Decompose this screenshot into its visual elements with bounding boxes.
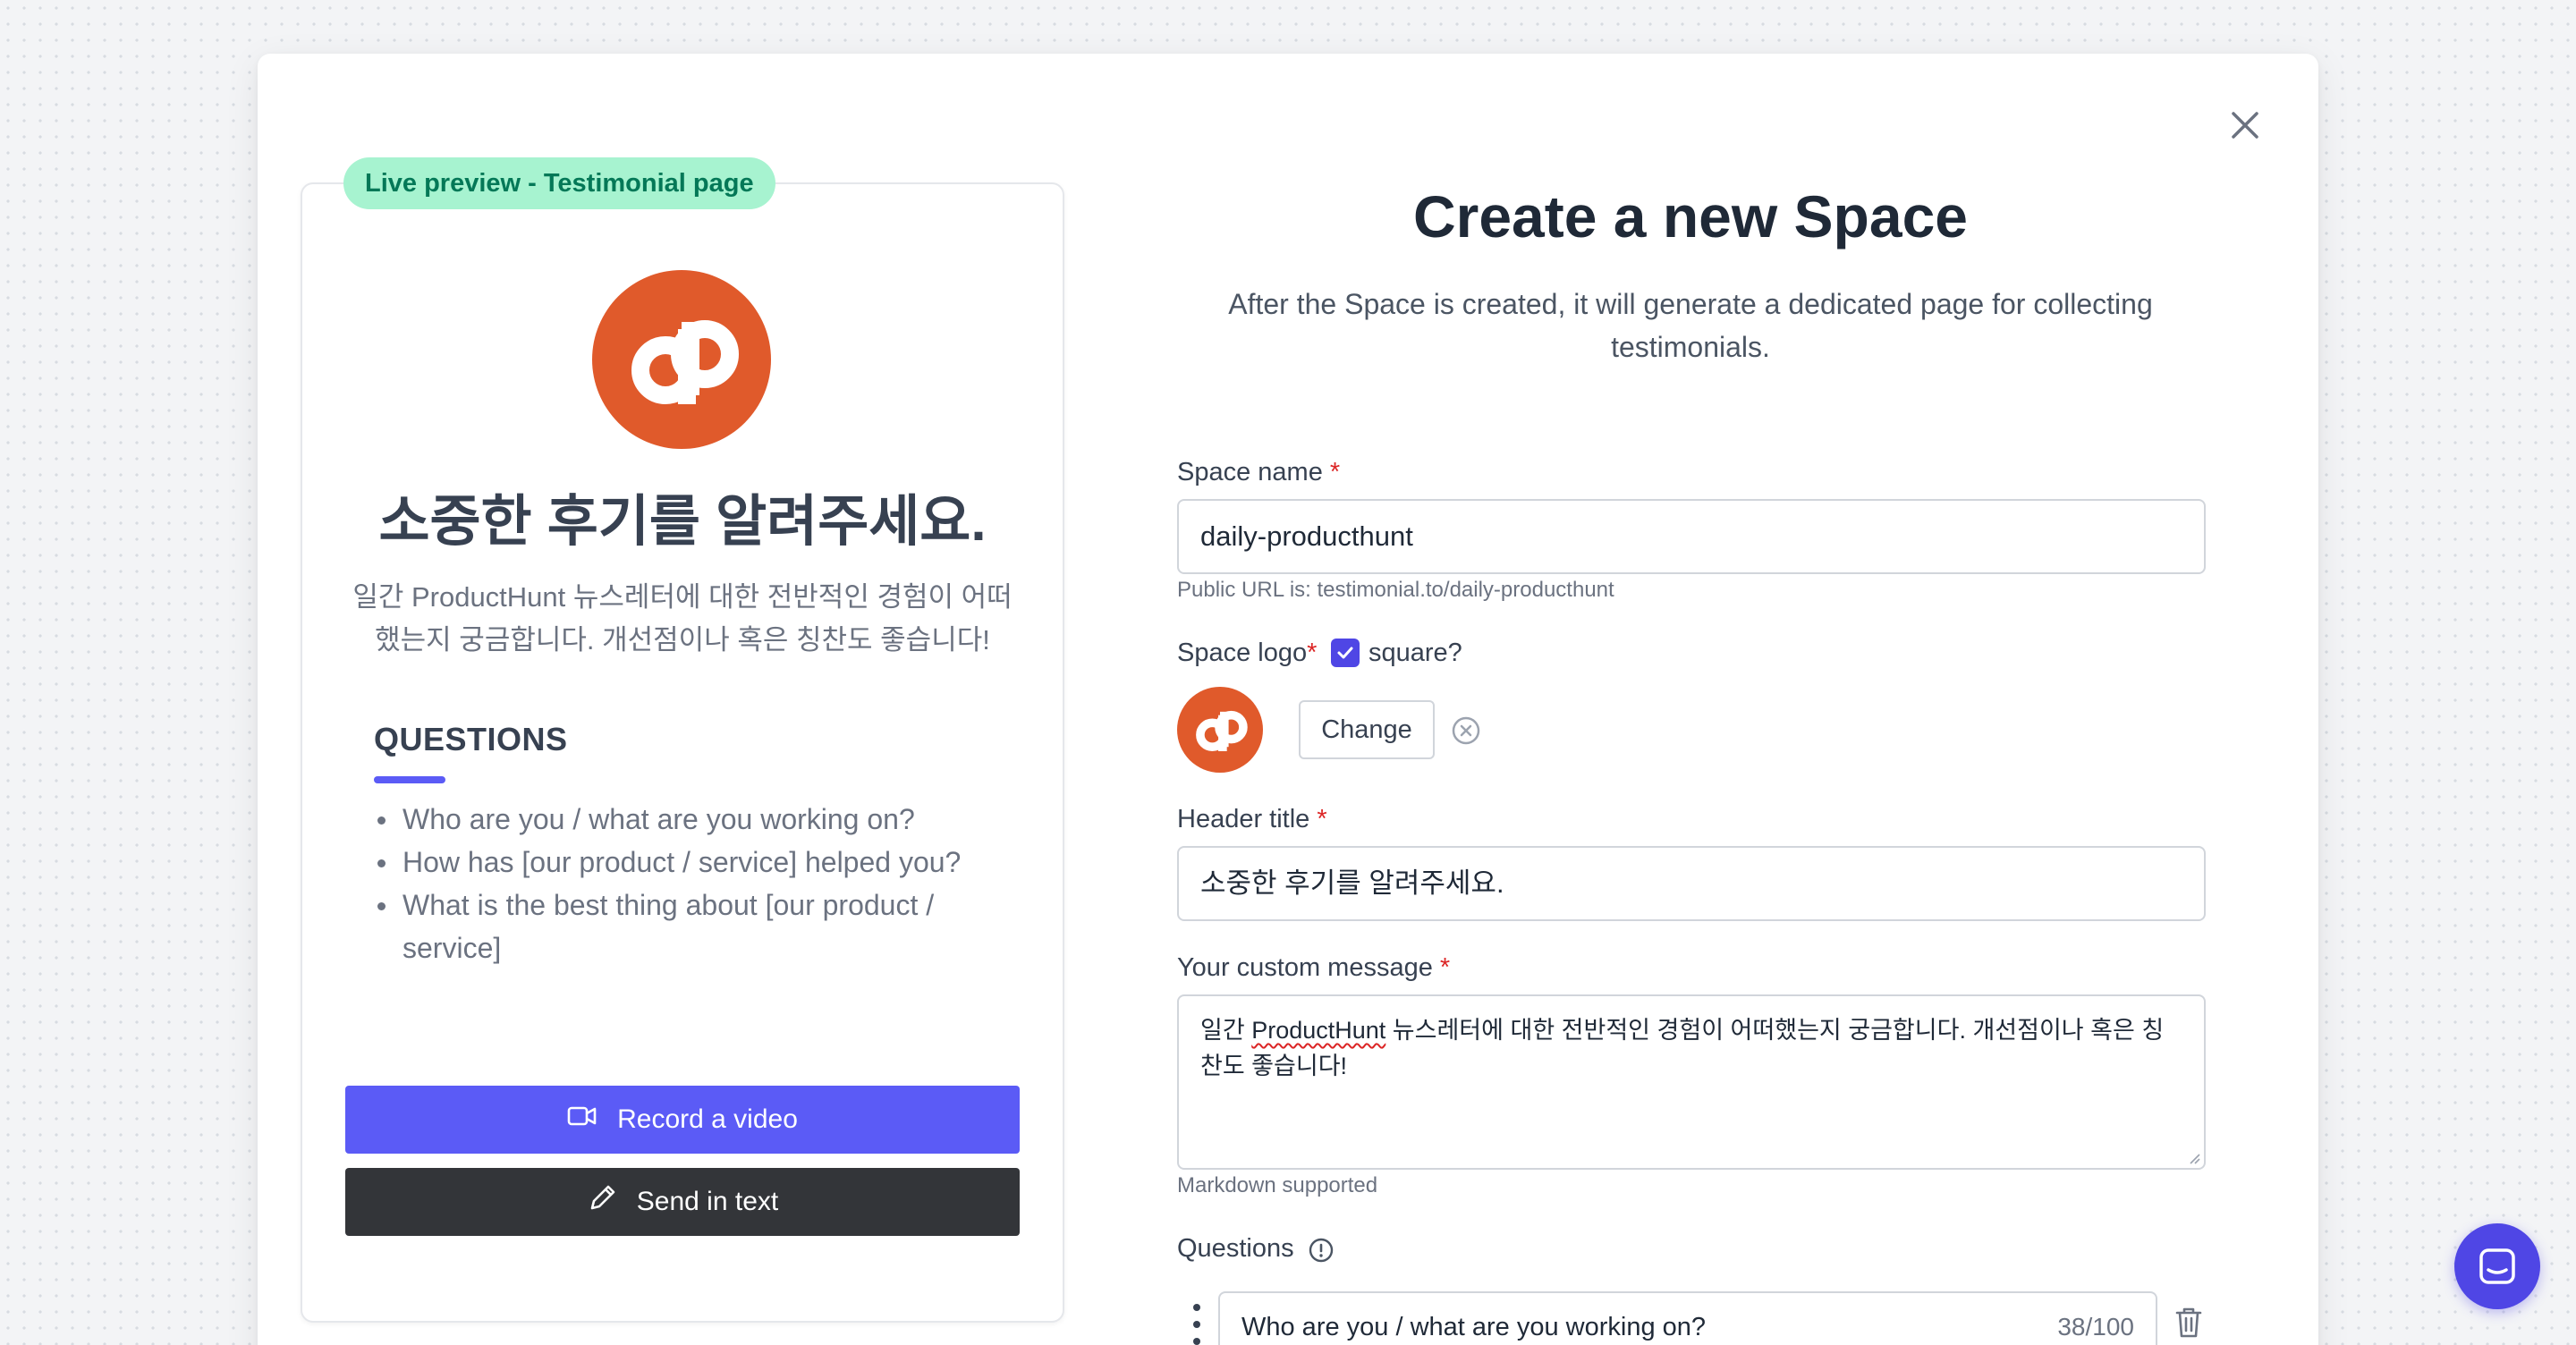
square-checkbox-label: square? xyxy=(1368,639,1462,667)
preview-logo xyxy=(592,270,771,449)
drag-handle-icon[interactable] xyxy=(1190,1304,1204,1345)
header-title-label: Header title * xyxy=(1177,805,1327,833)
questions-label: Questions xyxy=(1177,1234,1294,1263)
markdown-hint: Markdown supported xyxy=(1177,1173,1378,1197)
pencil-icon xyxy=(587,1183,617,1221)
list-item: What is the best thing about [our produc… xyxy=(374,884,1018,969)
public-url-hint: Public URL is: testimonial.to/daily-prod… xyxy=(1177,578,1614,602)
info-icon[interactable] xyxy=(1308,1237,1335,1264)
preview-questions-list: Who are you / what are you working on? H… xyxy=(374,798,1018,969)
close-icon[interactable] xyxy=(2227,107,2263,143)
preview-questions-heading: QUESTIONS xyxy=(374,721,568,757)
record-video-label: Record a video xyxy=(617,1104,798,1134)
change-logo-button[interactable]: Change xyxy=(1299,700,1435,759)
chat-icon xyxy=(2479,1248,2515,1284)
page-title: Create a new Space xyxy=(1413,183,1968,250)
square-checkbox[interactable] xyxy=(1331,639,1360,667)
space-name-input[interactable]: daily-producthunt xyxy=(1177,499,2206,574)
preview-custom-message: 일간 ProductHunt 뉴스레터에 대한 전반적인 경험이 어떠했는지 궁… xyxy=(352,581,1013,656)
send-in-text-button[interactable]: Send in text xyxy=(345,1168,1020,1236)
character-count: 38/100 xyxy=(2057,1313,2134,1341)
custom-message-textarea[interactable]: 일간 ProductHunt 뉴스레터에 대한 전반적인 경험이 어떠했는지 궁… xyxy=(1177,994,2206,1170)
questions-underline xyxy=(374,776,445,783)
question-input[interactable]: Who are you / what are you working on? 3… xyxy=(1218,1291,2157,1345)
space-logo-preview xyxy=(1177,687,1263,773)
list-item: How has [our product / service] helped y… xyxy=(374,841,1018,884)
send-in-text-label: Send in text xyxy=(636,1187,779,1216)
header-title-input[interactable]: 소중한 후기를 알려주세요. xyxy=(1177,846,2206,921)
check-icon xyxy=(1337,647,1353,659)
custom-message-label: Your custom message * xyxy=(1177,953,1451,982)
space-logo-label: Space logo* xyxy=(1177,639,1318,667)
list-item: Who are you / what are you working on? xyxy=(374,798,1018,841)
chat-launcher-button[interactable] xyxy=(2454,1223,2540,1309)
video-camera-icon xyxy=(567,1104,597,1135)
record-video-button[interactable]: Record a video xyxy=(345,1086,1020,1154)
trash-icon[interactable] xyxy=(2174,1306,2206,1341)
page-subtitle: After the Space is created, it will gene… xyxy=(1228,288,2153,363)
preview-header-title: 소중한 후기를 알려주세요. xyxy=(378,491,987,553)
resize-handle-icon[interactable] xyxy=(2186,1150,2200,1164)
live-preview-badge: Live preview - Testimonial page xyxy=(343,157,775,209)
space-name-label: Space name * xyxy=(1177,458,1341,486)
x-circle-icon[interactable] xyxy=(1451,715,1481,746)
